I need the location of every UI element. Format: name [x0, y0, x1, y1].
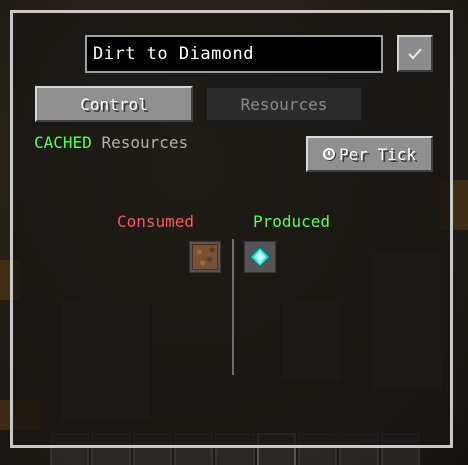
clock-icon: [322, 148, 335, 160]
confirm-button[interactable]: [397, 35, 433, 72]
consumed-heading: Consumed: [117, 212, 195, 231]
per-tick-button[interactable]: Per Tick: [306, 136, 433, 172]
diamond-icon: [249, 246, 271, 268]
tab-control[interactable]: Control: [35, 86, 193, 122]
consumed-item-slot[interactable]: [189, 241, 221, 273]
dirt-block-icon: [192, 244, 218, 270]
produced-item-slot[interactable]: [244, 241, 276, 273]
produced-heading: Produced: [253, 212, 331, 231]
per-tick-label: Per Tick: [338, 144, 417, 164]
column-divider: [232, 239, 234, 375]
recipe-name-input[interactable]: Dirt to Diamond: [85, 35, 383, 73]
checkmark-icon: [408, 47, 422, 59]
recipe-config-panel: Dirt to Diamond Control Resources CACHED…: [10, 10, 453, 448]
tab-resources[interactable]: Resources: [205, 86, 363, 122]
cache-status-text: CACHED: [34, 133, 92, 152]
cache-label-text: Resources: [101, 133, 189, 152]
cache-status-line: CACHED Resources: [34, 133, 188, 152]
